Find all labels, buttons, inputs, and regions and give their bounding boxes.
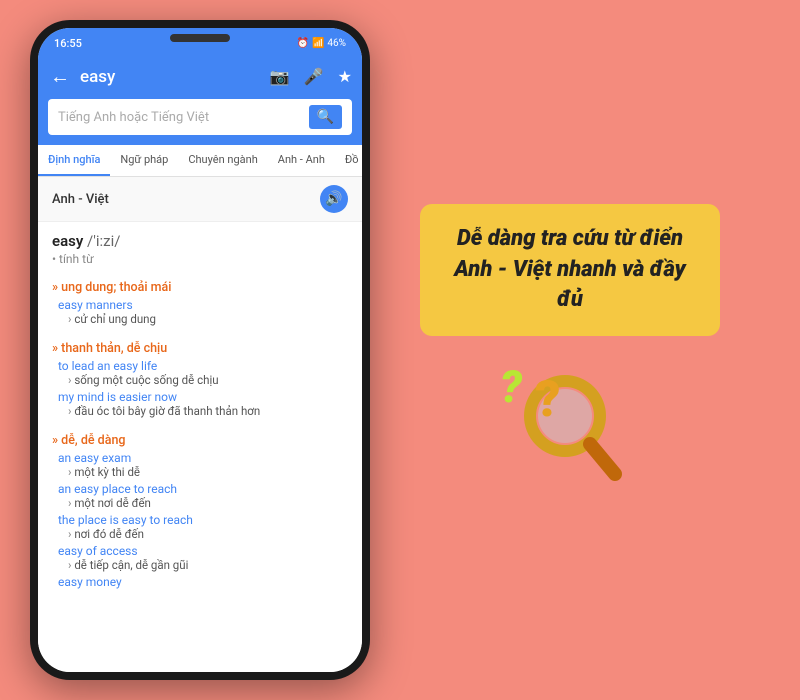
search-word-display: easy: [80, 67, 262, 87]
word-main: easy /'i:zi/: [52, 232, 348, 250]
speaker-button[interactable]: 🔊: [320, 185, 348, 213]
sense-group-1: » ung dung; thoải mái easy manners cử ch…: [38, 272, 362, 333]
search-input-inner[interactable]: Tiếng Anh hoặc Tiếng Việt 🔍: [48, 99, 352, 135]
tabs-row: Định nghĩa Ngữ pháp Chuyên ngành Anh - A…: [38, 145, 362, 177]
dict-lang-label: Anh - Việt: [52, 192, 109, 207]
phone-screen: 16:55 ⏰ 📶 46% ← easy 📷 🎤 ★: [38, 28, 362, 672]
status-bar: 16:55 ⏰ 📶 46%: [38, 28, 362, 56]
example-item: an easy exam một kỳ thi dễ: [58, 451, 348, 479]
pos-label: • tính từ: [52, 252, 348, 266]
question-orange-icon: ?: [535, 371, 561, 429]
camera-icon[interactable]: 📷: [270, 67, 290, 86]
example-vn-3b: một nơi dễ đến: [58, 496, 348, 510]
page-container: 16:55 ⏰ 📶 46% ← easy 📷 🎤 ★: [0, 0, 800, 700]
question-green-icon: ?: [500, 361, 522, 413]
status-time: 16:55: [54, 37, 82, 50]
example-item: easy money: [58, 575, 348, 589]
example-vn-2b: đầu óc tôi bây giờ đã thanh thản hơn: [58, 404, 348, 418]
example-en-3e[interactable]: easy money: [58, 575, 348, 589]
example-en-3a[interactable]: an easy exam: [58, 451, 348, 465]
battery-text: 46%: [327, 38, 346, 49]
search-input-bar: Tiếng Anh hoặc Tiếng Việt 🔍: [38, 99, 362, 145]
sense-group-3: » dễ, dễ dàng an easy exam một kỳ thi dễ…: [38, 425, 362, 596]
right-panel: Dễ dàng tra cứu từ điển Anh - Việt nhanh…: [370, 204, 770, 496]
mic-icon[interactable]: 🎤: [304, 67, 324, 86]
toolbar-icons: 📷 🎤 ★: [270, 67, 352, 86]
search-placeholder: Tiếng Anh hoặc Tiếng Việt: [58, 110, 301, 125]
example-en-2b[interactable]: my mind is easier now: [58, 390, 348, 404]
tab-specialized[interactable]: Chuyên ngành: [178, 145, 267, 176]
example-en-3d[interactable]: easy of access: [58, 544, 348, 558]
tab-anh-anh[interactable]: Anh - Anh: [268, 145, 335, 176]
phone-shell: 16:55 ⏰ 📶 46% ← easy 📷 🎤 ★: [30, 20, 370, 680]
example-en-2a[interactable]: to lead an easy life: [58, 359, 348, 373]
status-right: ⏰ 📶 46%: [297, 38, 346, 49]
example-vn-3a: một kỳ thi dễ: [58, 465, 348, 479]
magnifier-icon: [510, 366, 630, 486]
tab-grammar[interactable]: Ngữ pháp: [110, 145, 178, 176]
alarm-icon: ⏰: [297, 38, 309, 49]
example-item: my mind is easier now đầu óc tôi bây giờ…: [58, 390, 348, 418]
example-en[interactable]: easy manners: [58, 298, 348, 312]
sense-heading-1: » ung dung; thoải mái: [52, 280, 348, 295]
example-vn-3c: nơi đó dễ đến: [58, 527, 348, 541]
toolbar: ← easy 📷 🎤 ★: [38, 56, 362, 99]
search-button[interactable]: 🔍: [309, 105, 342, 129]
example-item: an easy place to reach một nơi dễ đến: [58, 482, 348, 510]
example-item: easy of access dễ tiếp cận, dễ gần gũi: [58, 544, 348, 572]
sense-group-2: » thanh thản, dễ chịu to lead an easy li…: [38, 333, 362, 425]
tab-more[interactable]: Đồ: [335, 145, 362, 176]
word-text: easy: [52, 232, 83, 250]
word-entry: easy /'i:zi/ • tính từ: [38, 222, 362, 272]
promo-text: Dễ dàng tra cứu từ điển Anh - Việt nhanh…: [442, 224, 698, 316]
star-icon[interactable]: ★: [338, 67, 352, 86]
example-en-3b[interactable]: an easy place to reach: [58, 482, 348, 496]
sense-heading-2: » thanh thản, dễ chịu: [52, 341, 348, 356]
example-vn-3d: dễ tiếp cận, dễ gần gũi: [58, 558, 348, 572]
icon-area: ? ?: [480, 356, 660, 496]
back-button[interactable]: ←: [48, 62, 72, 91]
example-vn: cử chỉ ung dung: [58, 312, 348, 326]
dict-content[interactable]: Anh - Việt 🔊 easy /'i:zi/ • tính từ » un…: [38, 177, 362, 672]
dict-lang-header: Anh - Việt 🔊: [38, 177, 362, 222]
wifi-icon: 📶: [312, 38, 324, 49]
tab-definition[interactable]: Định nghĩa: [38, 145, 110, 176]
sense-heading-3: » dễ, dễ dàng: [52, 433, 348, 448]
phonetic: /'i:zi/: [87, 232, 120, 250]
example-item: the place is easy to reach nơi đó dễ đến: [58, 513, 348, 541]
example-item: easy manners cử chỉ ung dung: [58, 298, 348, 326]
example-vn-2a: sống một cuộc sống dễ chịu: [58, 373, 348, 387]
example-en-3c[interactable]: the place is easy to reach: [58, 513, 348, 527]
promo-box: Dễ dàng tra cứu từ điển Anh - Việt nhanh…: [420, 204, 720, 336]
example-item: to lead an easy life sống một cuộc sống …: [58, 359, 348, 387]
